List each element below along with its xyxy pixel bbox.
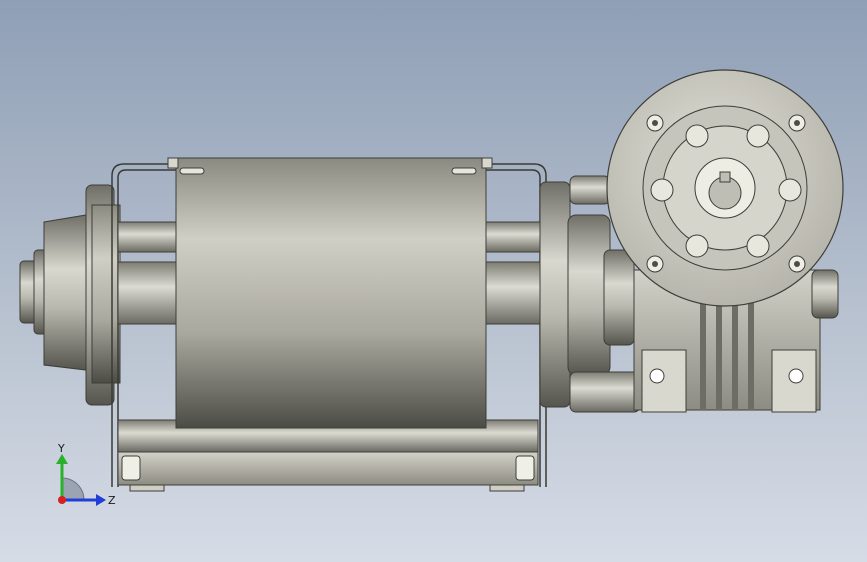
y-axis-arrowhead	[56, 454, 68, 464]
motor-body	[167, 157, 493, 429]
z-axis-arrowhead	[96, 494, 106, 506]
z-axis-label: Z	[108, 494, 116, 507]
y-axis-label: Y	[57, 442, 65, 455]
triad-quadrant	[61, 477, 85, 501]
coordinate-triad: Y Z	[56, 442, 116, 507]
motor-gearbox-model[interactable]	[0, 0, 867, 562]
graphics-viewport[interactable]: Y Z	[0, 0, 867, 562]
left-endcap	[19, 184, 121, 406]
x-axis-dot	[58, 496, 66, 504]
gearbox-flange	[606, 69, 844, 307]
base-plate	[117, 451, 539, 492]
